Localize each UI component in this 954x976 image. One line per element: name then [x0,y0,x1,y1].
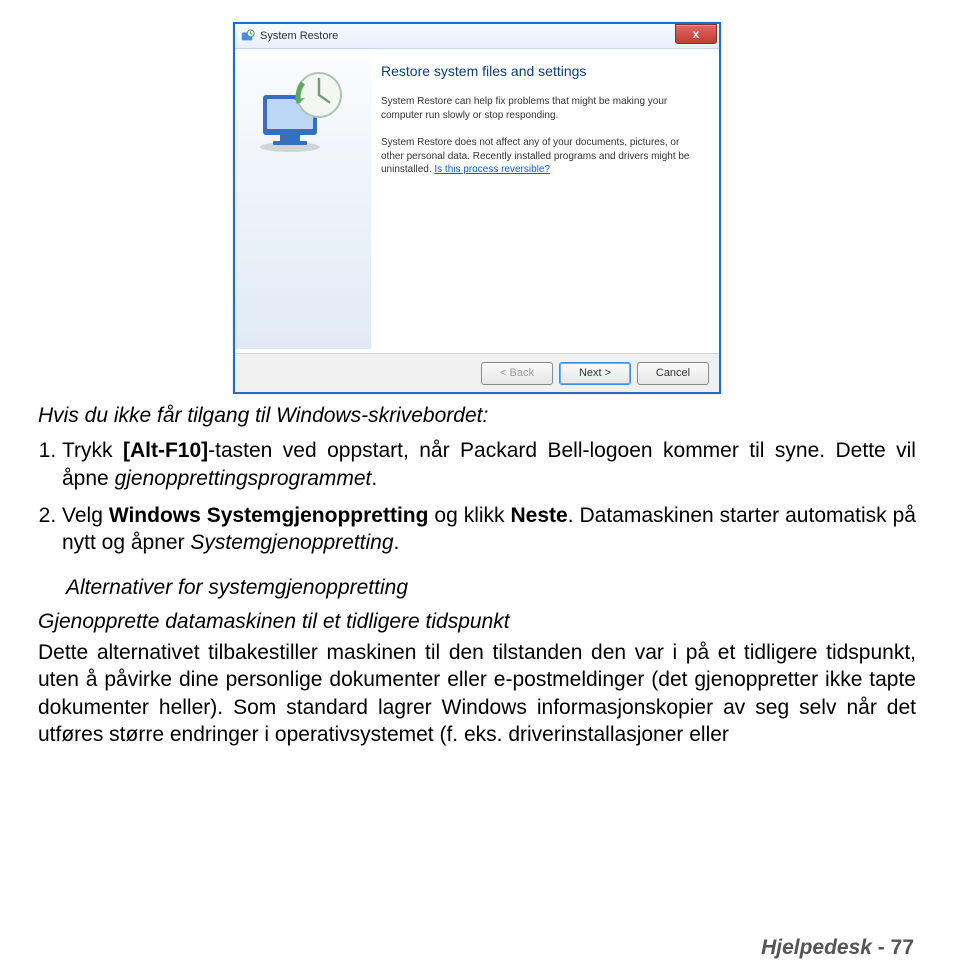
page-footer: Hjelpedesk - 77 [761,936,914,960]
body-paragraph: Dette alternativet tilbakestiller maskin… [38,639,916,748]
subheading-2: Gjenopprette datamaskinen til et tidlige… [38,608,916,635]
restore-icon [255,65,351,155]
step-list: Trykk [Alt-F10]-tasten ved oppstart, når… [38,437,916,556]
back-label: < Back [500,367,534,379]
close-button[interactable]: x [675,24,717,44]
next-button[interactable]: Next > [559,362,631,385]
cancel-label: Cancel [656,367,690,379]
window-body: Restore system files and settings System… [235,49,719,349]
app-icon [241,29,255,43]
footer-label: Hjelpedesk - [761,936,885,959]
back-button[interactable]: < Back [481,362,553,385]
system-restore-window: System Restore x Restore system files an… [233,22,721,394]
intro-line: Hvis du ikke får tilgang til Windows-skr… [38,402,916,429]
dialog-heading: Restore system files and settings [381,63,703,79]
next-label: Next > [579,367,611,379]
paragraph-1: System Restore can help fix problems tha… [381,95,703,122]
left-panel [235,49,371,349]
subheading-1: Alternativer for systemgjenoppretting [66,574,916,601]
document-text: Hvis du ikke får tilgang til Windows-skr… [0,402,954,748]
title-bar: System Restore x [235,24,719,49]
reversible-link[interactable]: Is this process reversible? [434,164,550,175]
page-number: 77 [891,936,914,959]
close-icon: x [693,27,700,41]
window-title: System Restore [260,30,338,42]
list-item: Trykk [Alt-F10]-tasten ved oppstart, når… [62,437,916,492]
content-panel: Restore system files and settings System… [371,49,719,349]
paragraph-2: System Restore does not affect any of yo… [381,136,703,177]
cancel-button[interactable]: Cancel [637,362,709,385]
button-row: < Back Next > Cancel [235,353,719,392]
list-item: Velg Windows Systemgjenoppretting og kli… [62,502,916,557]
